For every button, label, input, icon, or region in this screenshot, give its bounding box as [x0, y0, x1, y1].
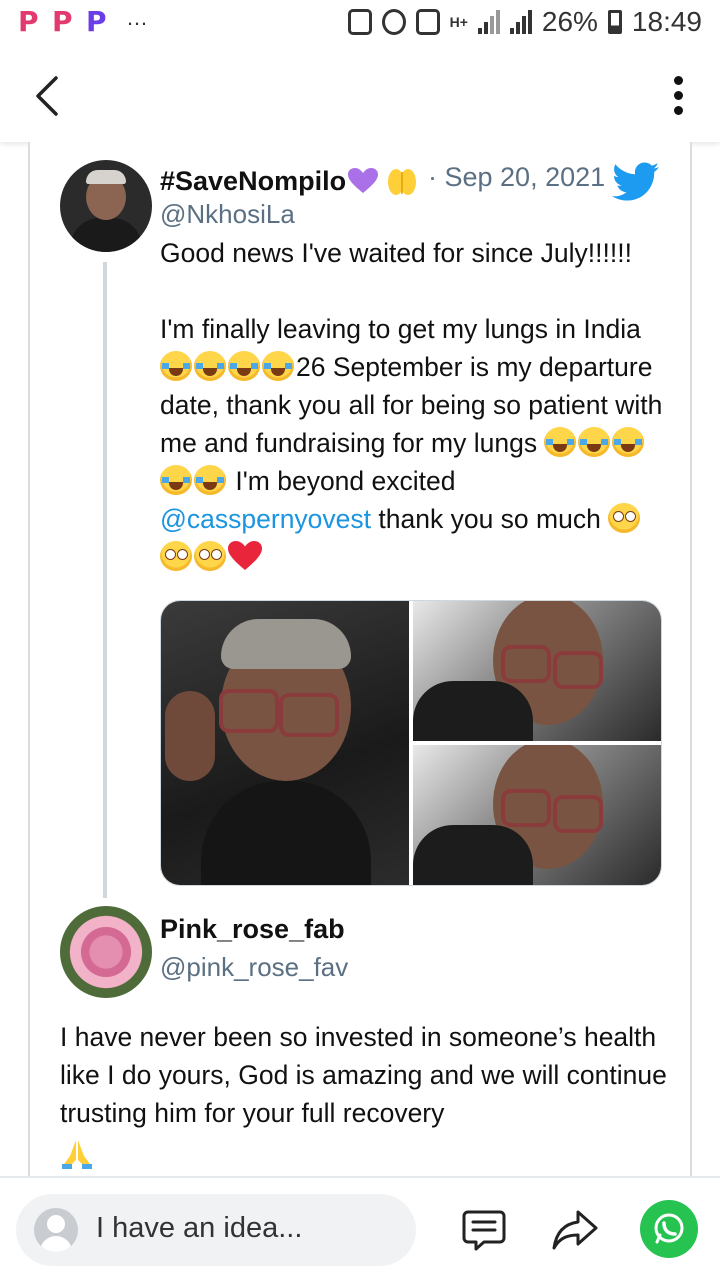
thread-line: [103, 262, 107, 898]
status-left: P P P …: [18, 5, 149, 38]
reply-body: I have never been so invested in someone…: [60, 1018, 670, 1174]
photo[interactable]: [161, 601, 409, 885]
tweet-date[interactable]: · Sep 20, 2021: [428, 162, 605, 193]
raised-hands-icon: [388, 169, 417, 195]
pleading-face-icon: [608, 503, 641, 533]
tweet-author-handle[interactable]: @NkhosiLa: [160, 199, 295, 230]
whatsapp-button[interactable]: [640, 1200, 698, 1258]
app-notification-icon: P: [52, 5, 73, 38]
tweet-line: Good news I've waited for since July!!!!…: [160, 238, 632, 268]
dot: [673, 76, 683, 85]
user-avatar-icon: [34, 1208, 78, 1252]
battery-icon: [607, 10, 622, 34]
sim-icon: [415, 9, 440, 35]
comment-placeholder: I have an idea...: [96, 1212, 303, 1244]
crying-face-icon: [612, 427, 645, 457]
crying-face-icon: [578, 427, 611, 457]
crying-face-icon: [160, 465, 192, 495]
alarm-icon: [381, 9, 406, 35]
reply-author-handle[interactable]: @pink_rose_fav: [160, 952, 348, 983]
comment-icon[interactable]: [462, 1208, 506, 1252]
crying-face-icon: [194, 351, 226, 381]
network-type: H+: [449, 14, 468, 30]
photo[interactable]: [413, 601, 661, 741]
pleading-face-icon: [160, 541, 192, 571]
twitter-bird-icon[interactable]: [612, 162, 660, 204]
app-notification-icon: P: [18, 5, 39, 38]
signal-icon: [509, 10, 532, 34]
clock: 18:49: [631, 6, 702, 37]
dot: [673, 106, 683, 115]
whatsapp-icon: [654, 1213, 684, 1244]
share-icon[interactable]: [552, 1208, 598, 1252]
reply-author-name[interactable]: Pink_rose_fab: [160, 914, 345, 945]
more-notifications-icon: …: [126, 5, 149, 30]
status-right: H+ 26% 18:49: [347, 6, 702, 38]
signal-icon: [477, 10, 500, 34]
chevron-left-icon: [36, 76, 58, 116]
tweet-author-name[interactable]: #SaveNompilo: [160, 160, 418, 197]
reply-avatar[interactable]: [60, 906, 152, 998]
tweet-paragraph: I'm finally leaving to get my lungs in I…: [160, 310, 670, 576]
recycle-icon: [347, 9, 372, 35]
app-bar: [0, 50, 720, 142]
battery-percent: 26%: [541, 6, 598, 37]
mention-link[interactable]: @casspernyovest: [160, 504, 371, 534]
red-heart-icon: [228, 541, 262, 570]
pleading-face-icon: [194, 541, 226, 571]
crying-face-icon: [262, 351, 294, 381]
crying-face-icon: [228, 351, 260, 381]
purple-heart-icon: [348, 168, 379, 193]
more-options-button[interactable]: [672, 76, 684, 116]
dot: [673, 91, 683, 100]
folded-hands-icon: [62, 1140, 92, 1169]
tweet-photo-grid[interactable]: [160, 600, 662, 886]
crying-face-icon: [544, 427, 577, 457]
crying-face-icon: [194, 465, 226, 495]
comment-input[interactable]: I have an idea...: [16, 1194, 416, 1266]
bottom-bar: I have an idea...: [0, 1176, 720, 1282]
app-notification-icon: P: [86, 5, 107, 38]
back-button[interactable]: [30, 74, 70, 118]
photo[interactable]: [413, 745, 661, 885]
crying-face-icon: [160, 351, 192, 381]
tweet-body: Good news I've waited for since July!!!!…: [160, 234, 670, 576]
status-bar: P P P … H+ 26% 18:49: [0, 0, 720, 50]
avatar[interactable]: [60, 160, 152, 252]
